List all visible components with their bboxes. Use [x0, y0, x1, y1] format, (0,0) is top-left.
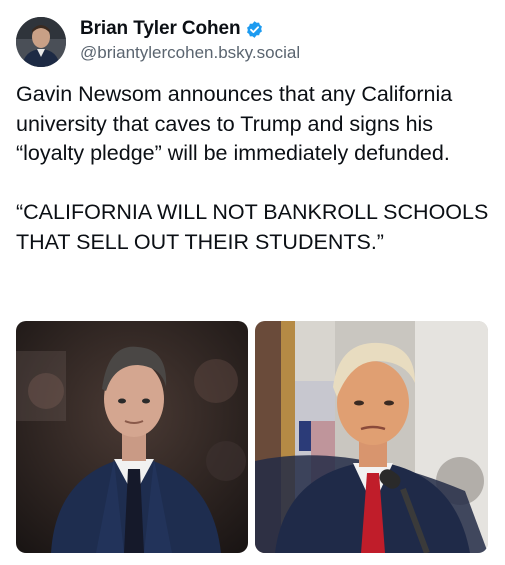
post-paragraph: “CALIFORNIA WILL NOT BANKROLL SCHOOLS TH… [16, 200, 489, 254]
post-paragraph: Gavin Newsom announces that any Californ… [16, 82, 453, 165]
author-display-name[interactable]: Brian Tyler Cohen [80, 18, 241, 40]
newsom-photo[interactable] [16, 321, 248, 553]
author-handle[interactable]: @briantylercohen.bsky.social [80, 43, 300, 63]
post-text: Gavin Newsom announces that any Californ… [16, 80, 494, 257]
author-avatar[interactable] [16, 17, 66, 67]
trump-photo[interactable] [255, 321, 488, 553]
verified-check-icon [245, 20, 264, 39]
author-name-row: Brian Tyler Cohen [80, 18, 264, 40]
